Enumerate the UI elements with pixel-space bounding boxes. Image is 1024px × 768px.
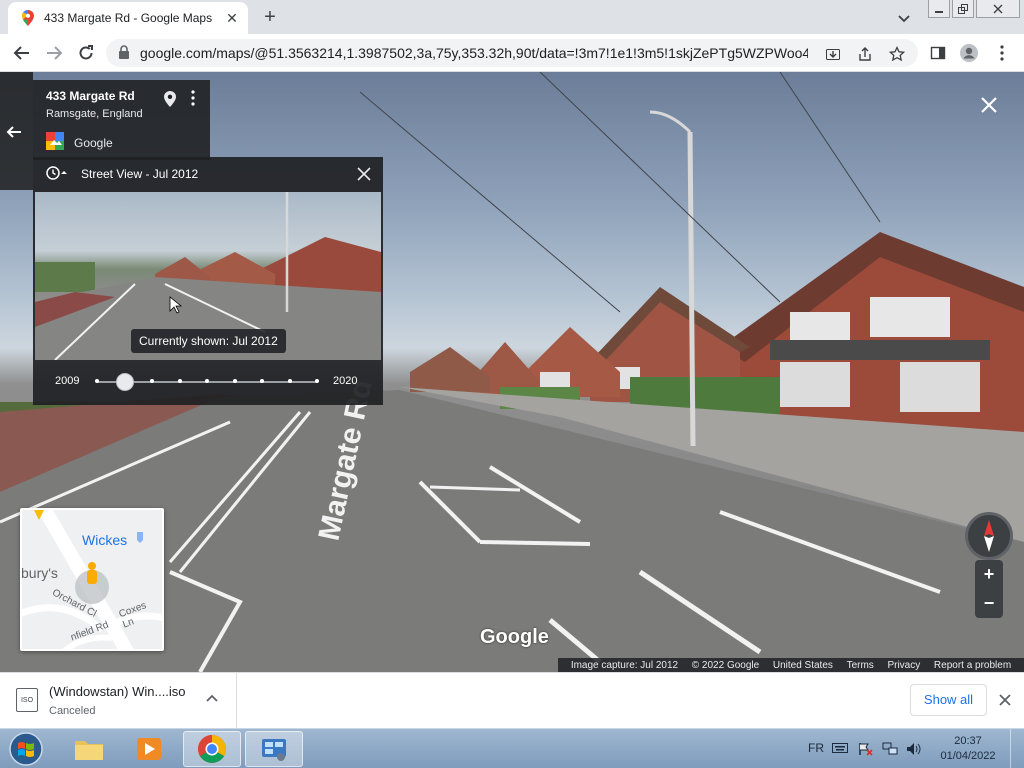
- image-capture-date: Image capture: Jul 2012: [570, 659, 679, 671]
- address-bar[interactable]: google.com/maps/@51.3563214,1.3987502,3a…: [106, 39, 918, 67]
- profile-avatar-icon[interactable]: [959, 43, 979, 63]
- network-icon[interactable]: [882, 742, 898, 756]
- timeline-start-year: 2009: [55, 375, 80, 387]
- privacy-link[interactable]: Privacy: [887, 660, 920, 671]
- timeline-tick[interactable]: [260, 379, 264, 383]
- tab-search-chevron-icon[interactable]: [894, 8, 914, 28]
- browser-toolbar: google.com/maps/@51.3563214,1.3987502,3a…: [0, 34, 1024, 72]
- chrome-icon: [198, 735, 226, 763]
- volume-icon[interactable]: [906, 742, 922, 756]
- copyright-text: © 2022 Google: [691, 659, 760, 671]
- chrome-taskbar-button[interactable]: [183, 731, 241, 767]
- more-options-icon[interactable]: [188, 90, 198, 110]
- place-card: 433 Margate Rd Ramsgate, England Google: [33, 80, 210, 160]
- folder-icon: [75, 741, 103, 760]
- download-file-name: (Windowstan) Win....iso: [49, 684, 186, 699]
- url-text[interactable]: google.com/maps/@51.3563214,1.3987502,3a…: [140, 45, 808, 61]
- system-clock[interactable]: 20:37 01/04/2022: [936, 734, 1000, 764]
- media-player-icon: [137, 738, 161, 760]
- media-player-taskbar-button[interactable]: [120, 731, 178, 767]
- timeline-end-year: 2020: [333, 375, 358, 387]
- close-window-button[interactable]: [976, 0, 1020, 18]
- restore-window-button[interactable]: [952, 0, 974, 18]
- zoom-out-button[interactable]: −: [975, 589, 1003, 618]
- tab-title: 433 Margate Rd - Google Maps: [44, 11, 213, 25]
- time-travel-header: Street View - Jul 2012: [33, 157, 383, 191]
- brand-label: Google: [74, 135, 113, 150]
- share-icon[interactable]: [856, 45, 874, 63]
- timeline-tick[interactable]: [177, 379, 182, 383]
- map-pin-icon[interactable]: [163, 90, 181, 110]
- control-panel-icon: [262, 739, 286, 761]
- imagery-footer: Image capture: Jul 2012 © 2022 Google Un…: [558, 658, 1024, 672]
- minimap[interactable]: Wickes bury's Orchard Cl Coxes Ln nfield…: [20, 508, 164, 651]
- windows-taskbar: FR 20:37 01/04/2022: [0, 728, 1024, 768]
- chevron-up-icon[interactable]: [204, 691, 220, 707]
- timeline-tick[interactable]: [95, 379, 99, 383]
- compass-icon[interactable]: [965, 512, 1013, 560]
- control-panel-taskbar-button[interactable]: [245, 731, 303, 767]
- language-indicator[interactable]: FR: [808, 741, 824, 755]
- download-item[interactable]: ISO (Windowstan) Win....iso Canceled: [0, 673, 237, 728]
- time-travel-preview[interactable]: Currently shown: Jul 2012: [35, 192, 381, 360]
- timeline-slider[interactable]: 2009 2020: [33, 362, 383, 402]
- place-address[interactable]: 433 Margate Rd: [46, 89, 135, 103]
- time-travel-close-icon[interactable]: [355, 165, 373, 183]
- google-photos-icon: [46, 132, 64, 153]
- street-view-panorama[interactable]: Margate Rd 433 Margate Rd Ramsgate, Engl…: [0, 72, 1024, 672]
- action-center-flag-icon[interactable]: [858, 742, 874, 756]
- place-locality: Ramsgate, England: [46, 108, 143, 120]
- reload-icon[interactable]: [74, 41, 98, 65]
- terms-link[interactable]: Terms: [847, 660, 874, 671]
- file-explorer-taskbar-button[interactable]: [60, 731, 118, 767]
- zoom-controls: + −: [975, 560, 1003, 618]
- clock-time: 20:37: [954, 735, 982, 747]
- zoom-in-button[interactable]: +: [975, 560, 1003, 589]
- back-arrow-icon[interactable]: [10, 41, 34, 65]
- side-panel-strip: [0, 72, 33, 190]
- time-travel-panel: Street View - Jul 2012 Currently shown: …: [33, 157, 383, 405]
- exit-arrow-icon[interactable]: [6, 124, 26, 144]
- tab-strip: 433 Margate Rd - Google Maps ✕ +: [0, 0, 1024, 34]
- timeline-tick[interactable]: [315, 379, 319, 383]
- side-panel-icon[interactable]: [928, 43, 948, 63]
- report-problem-link[interactable]: Report a problem: [934, 660, 1011, 671]
- minimap-label-bury: bury's: [21, 565, 58, 581]
- tab-close-icon[interactable]: ✕: [224, 10, 240, 26]
- clock-date: 01/04/2022: [940, 750, 996, 762]
- history-clock-icon[interactable]: [45, 165, 67, 184]
- country-link[interactable]: United States: [773, 660, 833, 671]
- timeline-tick[interactable]: [287, 379, 292, 383]
- timeline-tick[interactable]: [150, 379, 154, 383]
- start-button[interactable]: [6, 730, 46, 768]
- minimap-label-wickes: Wickes: [82, 532, 128, 548]
- close-shelf-icon[interactable]: [996, 691, 1014, 709]
- download-shelf: ISO (Windowstan) Win....iso Canceled Sho…: [0, 672, 1024, 728]
- show-desktop-button[interactable]: [1010, 729, 1024, 768]
- time-travel-title: Street View - Jul 2012: [81, 167, 199, 181]
- keyboard-icon[interactable]: [832, 742, 848, 756]
- windows-logo-icon: [9, 732, 43, 766]
- timeline-handle[interactable]: [115, 373, 134, 391]
- download-status: Canceled: [49, 705, 96, 717]
- install-app-icon[interactable]: [824, 45, 842, 63]
- bookmark-star-icon[interactable]: [888, 45, 906, 63]
- timeline-tick[interactable]: [205, 379, 209, 383]
- tab-google-maps[interactable]: 433 Margate Rd - Google Maps ✕: [8, 2, 248, 34]
- minimize-window-button[interactable]: [928, 0, 950, 18]
- new-tab-button[interactable]: +: [258, 6, 282, 30]
- google-watermark: Google: [480, 626, 549, 648]
- lock-icon[interactable]: [118, 44, 130, 62]
- brand-row: Google: [46, 132, 113, 153]
- forward-arrow-icon[interactable]: [42, 41, 66, 65]
- close-street-view-icon[interactable]: [978, 94, 1000, 116]
- google-maps-pin-icon: [20, 10, 36, 26]
- iso-file-icon: ISO: [16, 688, 38, 712]
- browser-menu-icon[interactable]: [992, 43, 1012, 63]
- timeline-tick[interactable]: [232, 379, 237, 383]
- show-all-downloads-button[interactable]: Show all: [910, 684, 987, 716]
- currently-shown-label: Currently shown: Jul 2012: [131, 329, 286, 353]
